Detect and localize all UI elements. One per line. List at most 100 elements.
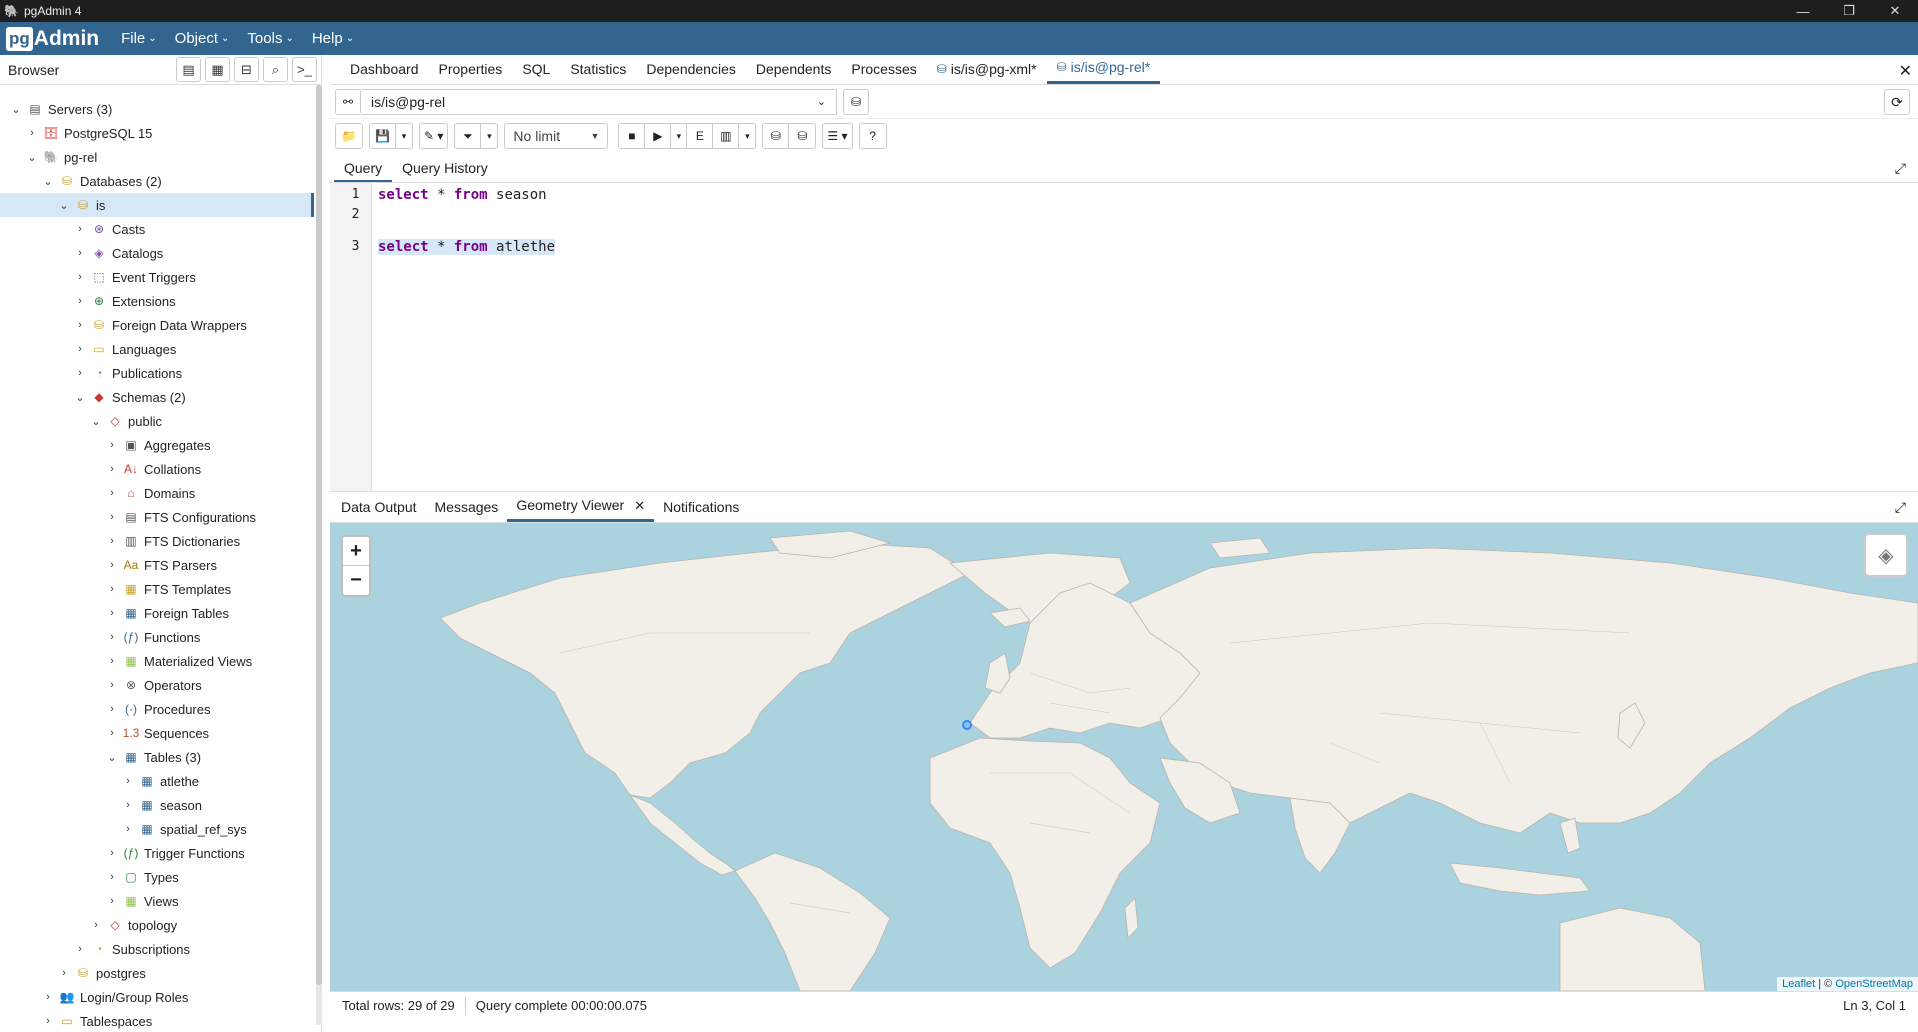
maximize-icon[interactable]: ⤢ bbox=[1895, 499, 1906, 516]
tab-dependencies[interactable]: Dependencies bbox=[636, 54, 746, 84]
close-icon[interactable]: ✕ bbox=[1872, 0, 1918, 22]
chevron-down-icon[interactable]: ⌄ bbox=[24, 151, 40, 164]
tab-data-output[interactable]: Data Output bbox=[332, 492, 426, 522]
row-limit-select[interactable]: No limit ▼ bbox=[504, 123, 609, 149]
menu-help[interactable]: Help ⌄ bbox=[312, 30, 354, 47]
tree-node[interactable]: › ▦ Foreign Tables bbox=[0, 601, 314, 625]
tab-is-is-pg-rel[interactable]: ⛁ is/is@pg-rel* bbox=[1046, 54, 1161, 84]
menu-object[interactable]: Object ⌄ bbox=[175, 30, 230, 47]
chevron-right-icon[interactable]: › bbox=[72, 271, 88, 283]
geometry-map[interactable]: + − ◈ Leaflet | © OpenStreetMap bbox=[330, 523, 1918, 991]
tree-node[interactable]: › ▭ Languages bbox=[0, 337, 314, 361]
help-icon[interactable]: ? bbox=[860, 124, 886, 148]
openstreetmap-link[interactable]: OpenStreetMap bbox=[1835, 978, 1913, 990]
chevron-right-icon[interactable]: › bbox=[104, 511, 120, 523]
tree-node[interactable]: › ▦ FTS Templates bbox=[0, 577, 314, 601]
tree-node[interactable]: › (ƒ) Trigger Functions bbox=[0, 841, 314, 865]
explain-dropdown-icon[interactable]: ▾ bbox=[739, 124, 755, 148]
chevron-right-icon[interactable]: › bbox=[104, 655, 120, 667]
macros-icon[interactable]: ☰ ▾ bbox=[823, 124, 851, 148]
maximize-icon[interactable]: ⤢ bbox=[1895, 160, 1906, 177]
chevron-right-icon[interactable]: › bbox=[72, 295, 88, 307]
chevron-right-icon[interactable]: › bbox=[104, 487, 120, 499]
chevron-down-icon[interactable]: ⌄ bbox=[56, 199, 72, 212]
tree-node[interactable]: › 👥 Login/Group Roles bbox=[0, 985, 314, 1009]
tree-node[interactable]: › ▥ FTS Dictionaries bbox=[0, 529, 314, 553]
chevron-down-icon[interactable]: ⌄ bbox=[88, 415, 104, 428]
chevron-right-icon[interactable]: › bbox=[104, 439, 120, 451]
connection-select[interactable]: is/is@pg-rel ⌄ bbox=[361, 88, 837, 115]
tab-dashboard[interactable]: Dashboard bbox=[340, 54, 429, 84]
tab-messages[interactable]: Messages bbox=[426, 492, 508, 522]
chevron-right-icon[interactable]: › bbox=[104, 607, 120, 619]
chevron-right-icon[interactable]: › bbox=[104, 895, 120, 907]
chevron-right-icon[interactable]: › bbox=[104, 463, 120, 475]
zoom-in-button[interactable]: + bbox=[343, 537, 369, 566]
code-area[interactable]: select * from season select * from atleth… bbox=[372, 183, 1918, 491]
filter-dropdown-icon[interactable]: ▾ bbox=[481, 124, 497, 148]
sql-editor[interactable]: 123 select * from season select * from at… bbox=[330, 183, 1918, 491]
layers-icon[interactable]: ◈ bbox=[1864, 533, 1908, 577]
tree-node[interactable]: › ▤ FTS Configurations bbox=[0, 505, 314, 529]
code-line[interactable]: select * from season bbox=[372, 185, 1918, 205]
tree-node[interactable]: ⌄ ⛁ is bbox=[0, 193, 314, 217]
tree-node[interactable]: › (·) Procedures bbox=[0, 697, 314, 721]
stop-icon[interactable]: ■ bbox=[619, 124, 646, 148]
tree-node[interactable]: ⌄ ▤ Servers (3) bbox=[0, 97, 314, 121]
tree-node[interactable]: › Aa FTS Parsers bbox=[0, 553, 314, 577]
menu-tools[interactable]: Tools ⌄ bbox=[247, 30, 293, 47]
tree-node[interactable]: › ⛁ postgres bbox=[0, 961, 314, 985]
commit-icon[interactable]: ⛁ bbox=[763, 124, 790, 148]
chevron-right-icon[interactable]: › bbox=[40, 1015, 56, 1027]
chevron-right-icon[interactable]: › bbox=[104, 559, 120, 571]
tree-node[interactable]: › ◈ Catalogs bbox=[0, 241, 314, 265]
scrollbar-thumb[interactable] bbox=[316, 85, 322, 985]
tab-query[interactable]: Query bbox=[334, 154, 393, 182]
chevron-down-icon[interactable]: ⌄ bbox=[8, 103, 24, 116]
tree-node[interactable]: › ◔ Publications bbox=[0, 361, 314, 385]
minimize-icon[interactable]: — bbox=[1780, 0, 1826, 22]
tree-node[interactable]: › ▦ Views bbox=[0, 889, 314, 913]
database-icon[interactable]: ⛁ bbox=[843, 88, 869, 115]
chevron-right-icon[interactable]: › bbox=[72, 223, 88, 235]
tree-node[interactable]: › ⊕ Extensions bbox=[0, 289, 314, 313]
tree-node[interactable]: › ⊛ Casts bbox=[0, 217, 314, 241]
tree-node[interactable]: › A↓ Collations bbox=[0, 457, 314, 481]
explain-icon[interactable]: E bbox=[687, 124, 714, 148]
chevron-down-icon[interactable]: ⌄ bbox=[72, 391, 88, 404]
tree-node[interactable]: › (ƒ) Functions bbox=[0, 625, 314, 649]
tab-properties[interactable]: Properties bbox=[429, 54, 513, 84]
chevron-down-icon[interactable]: ⌄ bbox=[104, 751, 120, 764]
tab-query-history[interactable]: Query History bbox=[392, 154, 498, 182]
tab-statistics[interactable]: Statistics bbox=[560, 54, 636, 84]
save-dropdown-icon[interactable]: ▾ bbox=[396, 124, 412, 148]
chevron-right-icon[interactable]: › bbox=[104, 535, 120, 547]
chevron-right-icon[interactable]: › bbox=[72, 247, 88, 259]
execute-dropdown-icon[interactable]: ▾ bbox=[671, 124, 688, 148]
leaflet-link[interactable]: Leaflet bbox=[1782, 978, 1815, 990]
chevron-right-icon[interactable]: › bbox=[120, 799, 136, 811]
tree-node[interactable]: ⌄ ▦ Tables (3) bbox=[0, 745, 314, 769]
filter-icon[interactable]: ⏷ bbox=[455, 124, 482, 148]
tree-node[interactable]: › ▣ Aggregates bbox=[0, 433, 314, 457]
psql-tool-icon[interactable]: >_ bbox=[292, 57, 317, 82]
search-icon[interactable]: ⌕ bbox=[263, 57, 288, 82]
chevron-right-icon[interactable]: › bbox=[104, 703, 120, 715]
tab-notifications[interactable]: Notifications bbox=[654, 492, 748, 522]
tab-is-is-pg-xml[interactable]: ⛁ is/is@pg-xml* bbox=[927, 54, 1047, 84]
chevron-right-icon[interactable]: › bbox=[72, 343, 88, 355]
chevron-right-icon[interactable]: › bbox=[120, 823, 136, 835]
tree-node[interactable]: › ⬚ Event Triggers bbox=[0, 265, 314, 289]
tab-geometry-viewer[interactable]: Geometry Viewer ✕ bbox=[507, 492, 655, 522]
chevron-right-icon[interactable]: › bbox=[24, 127, 40, 139]
chevron-right-icon[interactable]: › bbox=[72, 367, 88, 379]
explain-analyze-icon[interactable]: ▥ bbox=[713, 124, 740, 148]
tree-node[interactable]: › ▦ atlethe bbox=[0, 769, 314, 793]
close-icon[interactable]: ✕ bbox=[634, 492, 645, 519]
tree-node[interactable]: › ▭ Tablespaces bbox=[0, 1009, 314, 1032]
open-file-icon[interactable]: 📁 bbox=[336, 124, 362, 148]
chevron-right-icon[interactable]: › bbox=[88, 919, 104, 931]
connection-status-icon[interactable]: ⚯ bbox=[335, 88, 361, 115]
tree-node[interactable]: › 🗄 PostgreSQL 15 bbox=[0, 121, 314, 145]
tree-node[interactable]: ⌄ ◆ Schemas (2) bbox=[0, 385, 314, 409]
